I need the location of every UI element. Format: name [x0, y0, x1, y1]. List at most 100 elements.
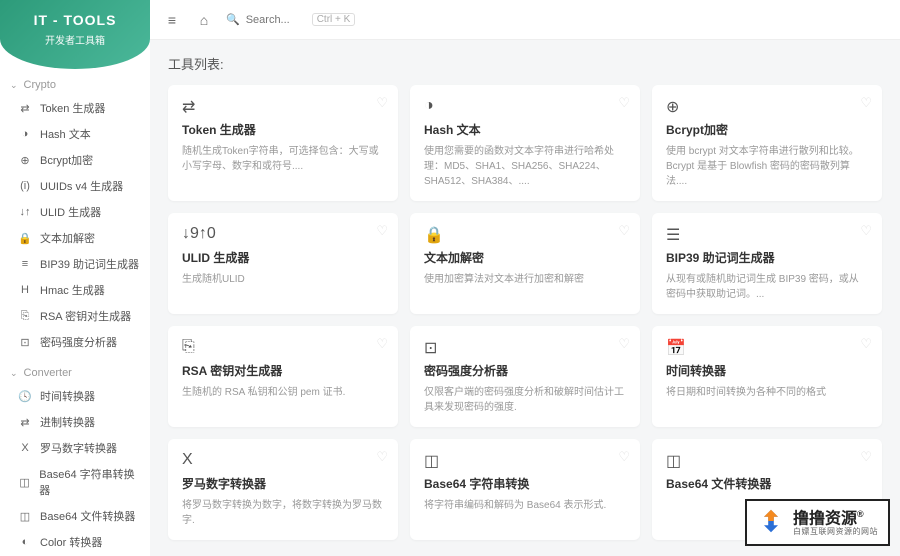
home-icon[interactable]: ⌂	[194, 10, 214, 30]
tool-card[interactable]: ♡◫Base64 字符串转换将字符串编码和解码为 Base64 表示形式.	[410, 439, 640, 540]
sidebar-item[interactable]: ⇄ Token 生成器	[0, 95, 150, 121]
favorite-icon[interactable]: ♡	[376, 223, 388, 239]
sidebar-item[interactable]: ⇄进制转换器	[0, 409, 150, 435]
sidebar-item-icon: H	[18, 284, 32, 296]
favorite-icon[interactable]: ♡	[860, 449, 872, 465]
sidebar-item-icon: ◫	[18, 510, 32, 523]
menu-icon[interactable]: ≡	[162, 10, 182, 30]
sidebar-item-icon: ⊡	[18, 336, 32, 349]
search[interactable]: 🔍 Ctrl + K	[226, 13, 355, 26]
card-icon: ◫	[666, 451, 868, 469]
card-icon: ⇄	[182, 97, 384, 115]
sidebar-item-icon: ≡	[18, 258, 32, 270]
sidebar-item[interactable]: H Hmac 生成器	[0, 277, 150, 303]
tool-grid: ♡⇄Token 生成器随机生成Token字符串，可选择包含：大写或小写字母、数字…	[168, 85, 882, 540]
tool-card[interactable]: ♡⇄Token 生成器随机生成Token字符串，可选择包含：大写或小写字母、数字…	[168, 85, 398, 201]
favorite-icon[interactable]: ♡	[376, 449, 388, 465]
sidebar-item[interactable]: ◫Base64 字符串转换器	[0, 461, 150, 503]
sidebar-item-label: 密码强度分析器	[40, 334, 117, 350]
chevron-down-icon: ⌄	[10, 80, 18, 91]
search-input[interactable]	[246, 14, 306, 26]
content: 工具列表: ♡⇄Token 生成器随机生成Token字符串，可选择包含：大写或小…	[150, 40, 900, 556]
sidebar-item[interactable]: ⎘RSA 密钥对生成器	[0, 303, 150, 329]
sidebar-item[interactable]: ◫ Base64 文件转换器	[0, 503, 150, 529]
sidebar-item-icon: ⇄	[18, 102, 32, 115]
favorite-icon[interactable]: ♡	[860, 336, 872, 352]
favorite-icon[interactable]: ♡	[618, 336, 630, 352]
card-title: 密码强度分析器	[424, 362, 626, 379]
watermark: 撸撸资源® 白嫖互联网资源的网站	[745, 499, 890, 546]
card-description: 从现有或随机助记词生成 BIP39 密码，或从密码中获取助记词。...	[666, 272, 868, 302]
tool-card[interactable]: ♡⊡密码强度分析器仅限客户端的密码强度分析和破解时间估计工具来发现密码的强度.	[410, 326, 640, 427]
card-title: 文本加解密	[424, 249, 626, 266]
sidebar-item-icon: 🔒	[18, 232, 32, 245]
sidebar-item[interactable]: ≡ BIP39 助记词生成器	[0, 251, 150, 277]
search-icon: 🔍	[226, 13, 240, 26]
tool-card[interactable]: ♡☰BIP39 助记词生成器从现有或随机助记词生成 BIP39 密码，或从密码中…	[652, 213, 882, 314]
favorite-icon[interactable]: ♡	[860, 95, 872, 111]
card-description: 仅限客户端的密码强度分析和破解时间估计工具来发现密码的强度.	[424, 385, 626, 415]
sidebar-item-icon: (i)	[18, 180, 32, 192]
favorite-icon[interactable]: ♡	[376, 95, 388, 111]
favorite-icon[interactable]: ♡	[618, 449, 630, 465]
sidebar: IT - TOOLS 开发者工具箱 ⌄Crypto⇄Token 生成器◑Hash…	[0, 0, 150, 556]
card-description: 将罗马数字转换为数字，将数字转换为罗马数字.	[182, 498, 384, 528]
sidebar-item-label: ULID 生成器	[40, 204, 101, 220]
sidebar-group-header[interactable]: ⌄Crypto	[0, 75, 150, 95]
tool-card[interactable]: ♡↓9↑0ULID 生成器生成随机ULID	[168, 213, 398, 314]
sidebar-item-label: Color 转换器	[40, 534, 102, 550]
card-title: RSA 密钥对生成器	[182, 362, 384, 379]
sidebar-item-icon: ◐	[18, 536, 32, 548]
card-icon: ◑	[424, 97, 626, 115]
watermark-main: 撸撸资源®	[793, 510, 878, 528]
sidebar-item-icon: ◫	[18, 476, 31, 489]
card-description: 生随机的 RSA 私钥和公钥 pem 证书.	[182, 385, 384, 400]
sidebar-item-icon: ◑	[18, 128, 32, 140]
favorite-icon[interactable]: ♡	[618, 223, 630, 239]
tool-card[interactable]: ♡📅时间转换器将日期和时间转换为各种不同的格式	[652, 326, 882, 427]
sidebar-item[interactable]: ↓↑ULID 生成器	[0, 199, 150, 225]
sidebar-item-label: Base64 文件转换器	[40, 508, 135, 524]
card-title: Hash 文本	[424, 121, 626, 138]
tool-card[interactable]: ♡◑Hash 文本使用您需要的函数对文本字符串进行哈希处理：MD5、SHA1、S…	[410, 85, 640, 201]
sidebar-item-icon: ⇄	[18, 416, 32, 429]
search-shortcut: Ctrl + K	[312, 13, 356, 26]
favorite-icon[interactable]: ♡	[376, 336, 388, 352]
card-description: 随机生成Token字符串，可选择包含：大写或小写字母、数字和或符号....	[182, 144, 384, 174]
sidebar-item[interactable]: ◐ Color 转换器	[0, 529, 150, 555]
sidebar-item[interactable]: X罗马数字转换器	[0, 435, 150, 461]
card-description: 生成随机ULID	[182, 272, 384, 287]
card-icon: ◫	[424, 451, 626, 469]
card-description: 使用 bcrypt 对文本字符串进行散列和比较。Bcrypt 是基于 Blowf…	[666, 144, 868, 189]
tool-card[interactable]: ♡X罗马数字转换器将罗马数字转换为数字，将数字转换为罗马数字.	[168, 439, 398, 540]
favorite-icon[interactable]: ♡	[860, 223, 872, 239]
sidebar-item-icon: ⊕	[18, 154, 32, 167]
card-title: Base64 文件转换器	[666, 475, 868, 492]
card-title: Base64 字符串转换	[424, 475, 626, 492]
tool-card[interactable]: ♡⊕Bcrypt加密使用 bcrypt 对文本字符串进行散列和比较。Bcrypt…	[652, 85, 882, 201]
card-icon: X	[182, 451, 384, 469]
sidebar-item[interactable]: ⊡ 密码强度分析器	[0, 329, 150, 355]
sidebar-item-label: Hmac 生成器	[40, 282, 105, 298]
sidebar-item[interactable]: ⊕Bcrypt加密	[0, 147, 150, 173]
sidebar-item[interactable]: 🔒文本加解密	[0, 225, 150, 251]
tool-card[interactable]: ♡⎘ RSA 密钥对生成器生随机的 RSA 私钥和公钥 pem 证书.	[168, 326, 398, 427]
section-title: 工具列表:	[168, 54, 882, 73]
card-title: ULID 生成器	[182, 249, 384, 266]
watermark-sub: 白嫖互联网资源的网站	[793, 528, 878, 537]
sidebar-group-header[interactable]: ⌄Converter	[0, 363, 150, 383]
sidebar-item[interactable]: ◑Hash 文本	[0, 121, 150, 147]
sidebar-item-icon: X	[18, 442, 32, 454]
card-title: Bcrypt加密	[666, 121, 868, 138]
sidebar-item[interactable]: 🕓时间转换器	[0, 383, 150, 409]
tool-card[interactable]: ♡🔒文本加解密使用加密算法对文本进行加密和解密	[410, 213, 640, 314]
card-icon: ☰	[666, 225, 868, 243]
sidebar-item-label: BIP39 助记词生成器	[40, 256, 139, 272]
watermark-icon	[757, 507, 785, 540]
sidebar-item-label: Token 生成器	[40, 100, 105, 116]
main: ≡ ⌂ 🔍 Ctrl + K 工具列表: ♡⇄Token 生成器随机生成Toke…	[150, 0, 900, 556]
sidebar-item[interactable]: (i)UUIDs v4 生成器	[0, 173, 150, 199]
favorite-icon[interactable]: ♡	[618, 95, 630, 111]
card-icon: ⎘	[182, 338, 384, 356]
card-icon: 📅	[666, 338, 868, 356]
